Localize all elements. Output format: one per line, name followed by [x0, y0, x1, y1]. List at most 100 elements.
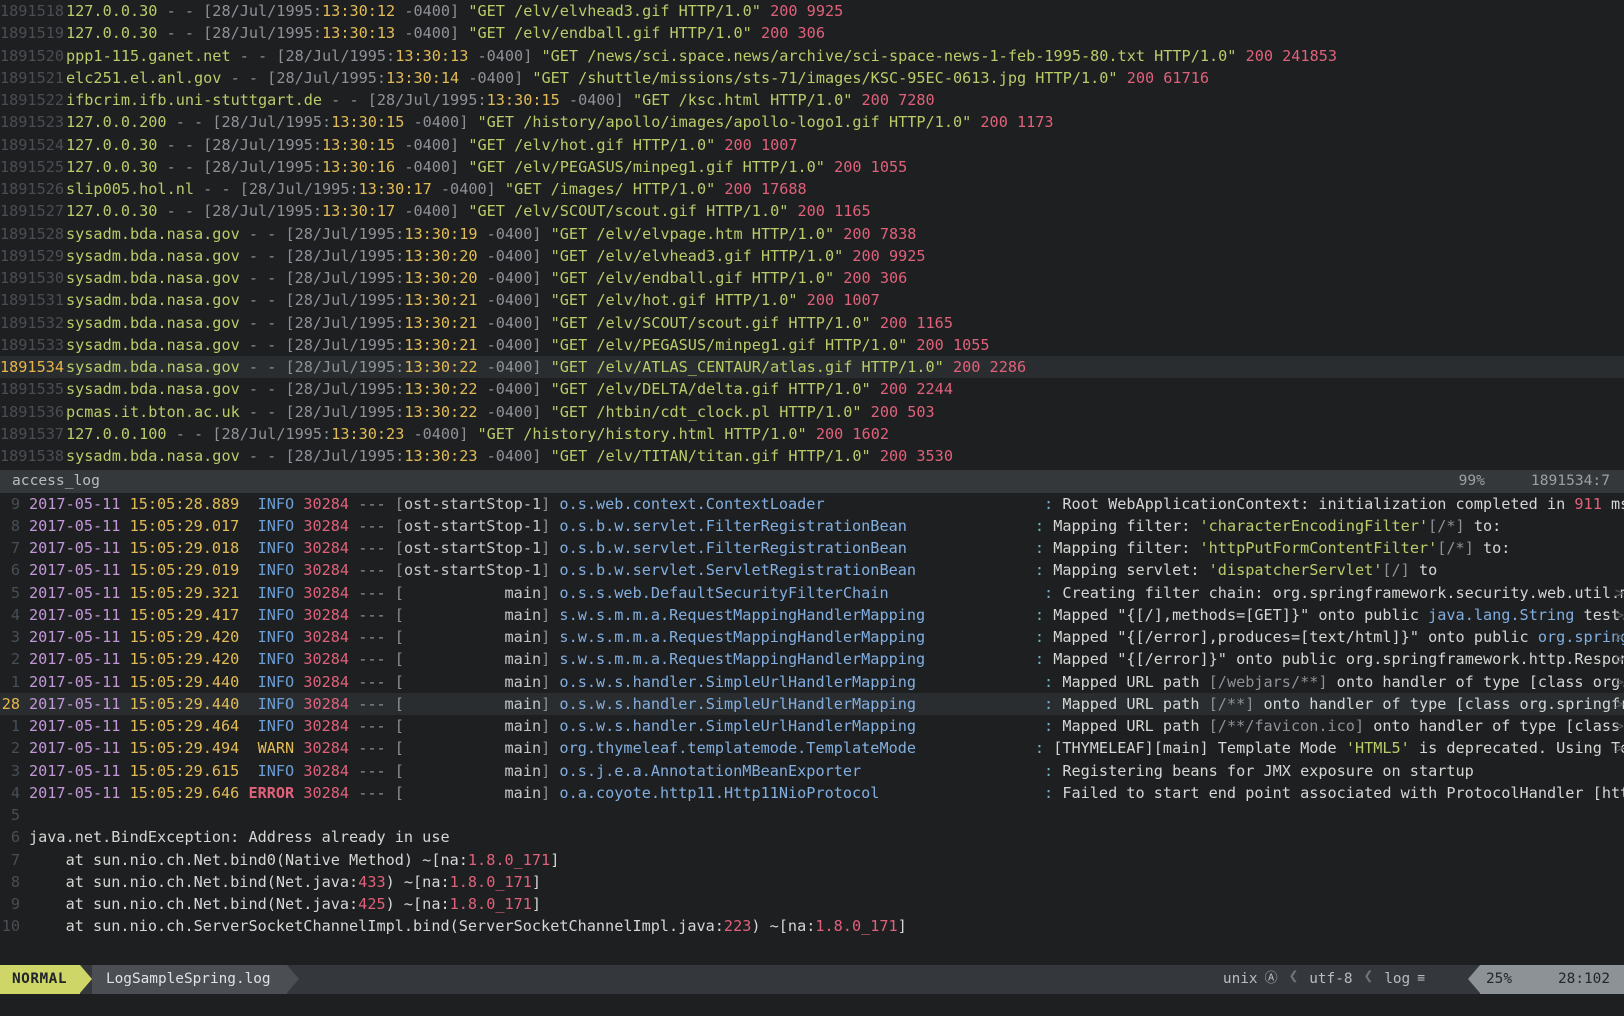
- access-log-entry: pcmas.it.bton.ac.uk - - [28/Jul/1995:13:…: [66, 401, 1624, 423]
- access-log-row[interactable]: 1891529sysadm.bda.nasa.gov - - [28/Jul/1…: [0, 245, 1624, 267]
- spring-log-entry: 2017-05-11 15:05:29.615 INFO 30284 --- […: [29, 760, 1624, 782]
- command-line[interactable]: [0, 994, 1624, 1016]
- line-number: 1891520: [0, 45, 66, 67]
- access-log-row[interactable]: 1891521elc251.el.anl.gov - - [28/Jul/199…: [0, 67, 1624, 89]
- spring-log-entry: 2017-05-11 15:05:29.017 INFO 30284 --- […: [29, 515, 1624, 537]
- access-log-row[interactable]: 1891522ifbcrim.ifb.uni-stuttgart.de - - …: [0, 89, 1624, 111]
- line-number: 1891532: [0, 312, 66, 334]
- spring-log-row[interactable]: 6java.net.BindException: Address already…: [0, 826, 1624, 848]
- line-number: 7: [0, 849, 29, 871]
- access-log-row[interactable]: 1891527127.0.0.30 - - [28/Jul/1995:13:30…: [0, 200, 1624, 222]
- access-log-row[interactable]: 1891523127.0.0.200 - - [28/Jul/1995:13:3…: [0, 111, 1624, 133]
- spring-log-row[interactable]: 282017-05-11 15:05:29.440 INFO 30284 ---…: [0, 693, 1624, 715]
- position-segment: 25% 28:102: [1480, 965, 1624, 994]
- line-overflow-icon: >: [1615, 715, 1624, 737]
- access-log-row[interactable]: 1891519127.0.0.30 - - [28/Jul/1995:13:30…: [0, 22, 1624, 44]
- line-number: 5: [0, 582, 29, 604]
- spring-log-row[interactable]: 8 at sun.nio.ch.Net.bind(Net.java:433) ~…: [0, 871, 1624, 893]
- line-number: 1891535: [0, 378, 66, 400]
- line-number: 1891534: [0, 356, 66, 378]
- access-log-row[interactable]: 1891518127.0.0.30 - - [28/Jul/1995:13:30…: [0, 0, 1624, 22]
- position-chevron-icon: [1468, 965, 1480, 993]
- line-overflow-icon: >: [1615, 648, 1624, 670]
- line-number: 2: [0, 648, 29, 670]
- access-log-row[interactable]: 1891536pcmas.it.bton.ac.uk - - [28/Jul/1…: [0, 401, 1624, 423]
- pane-access-log[interactable]: 1891518127.0.0.30 - - [28/Jul/1995:13:30…: [0, 0, 1624, 470]
- vim-editor-window: 1891518127.0.0.30 - - [28/Jul/1995:13:30…: [0, 0, 1624, 1016]
- fileformat-segment[interactable]: unix Ⓐ: [1214, 965, 1287, 994]
- spring-log-row[interactable]: 42017-05-11 15:05:29.417 INFO 30284 --- …: [0, 604, 1624, 626]
- spring-log-entry: at sun.nio.ch.Net.bind(Net.java:433) ~[n…: [29, 871, 1624, 893]
- line-overflow-icon: >: [1615, 693, 1624, 715]
- spring-log-entry: java.net.BindException: Address already …: [29, 826, 1624, 848]
- access-log-row[interactable]: 1891520ppp1-115.ganet.net - - [28/Jul/19…: [0, 45, 1624, 67]
- spring-log-row[interactable]: 22017-05-11 15:05:29.494 WARN 30284 --- …: [0, 737, 1624, 759]
- line-number: 3: [0, 626, 29, 648]
- access-log-entry: sysadm.bda.nasa.gov - - [28/Jul/1995:13:…: [66, 312, 1624, 334]
- line-number: 1891538: [0, 445, 66, 467]
- spring-log-row[interactable]: 82017-05-11 15:05:29.017 INFO 30284 --- …: [0, 515, 1624, 537]
- spring-log-entry: 2017-05-11 15:05:29.464 INFO 30284 --- […: [29, 715, 1624, 737]
- winbar-position: 1891534:7: [1531, 470, 1610, 492]
- spring-log-row[interactable]: 22017-05-11 15:05:29.420 INFO 30284 --- …: [0, 648, 1624, 670]
- encoding-label: utf-8: [1309, 968, 1352, 990]
- line-number: 8: [0, 515, 29, 537]
- spring-log-row[interactable]: 12017-05-11 15:05:29.440 INFO 30284 --- …: [0, 671, 1624, 693]
- line-number: 1891530: [0, 267, 66, 289]
- spring-log-row[interactable]: 10 at sun.nio.ch.ServerSocketChannelImpl…: [0, 915, 1624, 937]
- access-log-row[interactable]: 1891525127.0.0.30 - - [28/Jul/1995:13:30…: [0, 156, 1624, 178]
- cursor-position: 28:102: [1558, 968, 1610, 990]
- spring-log-row[interactable]: 32017-05-11 15:05:29.615 INFO 30284 --- …: [0, 760, 1624, 782]
- line-number: 1891529: [0, 245, 66, 267]
- line-number: 4: [0, 782, 29, 804]
- line-number: 2: [0, 737, 29, 759]
- access-log-entry: 127.0.0.30 - - [28/Jul/1995:13:30:15 -04…: [66, 134, 1624, 156]
- spring-log-row[interactable]: 9 at sun.nio.ch.Net.bind(Net.java:425) ~…: [0, 893, 1624, 915]
- spring-log-entry: 2017-05-11 15:05:29.321 INFO 30284 --- […: [29, 582, 1624, 604]
- line-number: 8: [0, 871, 29, 893]
- access-log-row[interactable]: 1891530sysadm.bda.nasa.gov - - [28/Jul/1…: [0, 267, 1624, 289]
- statusline-filename[interactable]: LogSampleSpring.log: [92, 965, 287, 994]
- access-log-row[interactable]: 1891524127.0.0.30 - - [28/Jul/1995:13:30…: [0, 134, 1624, 156]
- access-log-row[interactable]: 1891534sysadm.bda.nasa.gov - - [28/Jul/1…: [0, 356, 1624, 378]
- access-log-row[interactable]: 1891538sysadm.bda.nasa.gov - - [28/Jul/1…: [0, 445, 1624, 467]
- line-number: 6: [0, 559, 29, 581]
- access-log-row[interactable]: 1891535sysadm.bda.nasa.gov - - [28/Jul/1…: [0, 378, 1624, 400]
- scroll-percent: 25%: [1486, 968, 1512, 990]
- spring-log-row[interactable]: 62017-05-11 15:05:29.019 INFO 30284 --- …: [0, 559, 1624, 581]
- line-number: 9: [0, 493, 29, 515]
- line-number: 1891528: [0, 223, 66, 245]
- line-number: 9: [0, 893, 29, 915]
- filetype-segment[interactable]: log ≡: [1375, 965, 1434, 994]
- spring-log-row[interactable]: 5: [0, 804, 1624, 826]
- spring-log-row[interactable]: 92017-05-11 15:05:28.889 INFO 30284 --- …: [0, 493, 1624, 515]
- spring-log-row[interactable]: 7 at sun.nio.ch.Net.bind0(Native Method)…: [0, 849, 1624, 871]
- spring-log-row[interactable]: 72017-05-11 15:05:29.018 INFO 30284 --- …: [0, 537, 1624, 559]
- line-number: 1891522: [0, 89, 66, 111]
- spring-log-row[interactable]: 32017-05-11 15:05:29.420 INFO 30284 --- …: [0, 626, 1624, 648]
- pane-spring-log[interactable]: 92017-05-11 15:05:28.889 INFO 30284 --- …: [0, 493, 1624, 983]
- line-number: 1891526: [0, 178, 66, 200]
- access-log-row[interactable]: 1891533sysadm.bda.nasa.gov - - [28/Jul/1…: [0, 334, 1624, 356]
- encoding-segment[interactable]: utf-8: [1300, 965, 1361, 994]
- spring-log-entry: 2017-05-11 15:05:29.420 INFO 30284 --- […: [29, 648, 1624, 670]
- access-log-entry: slip005.hol.nl - - [28/Jul/1995:13:30:17…: [66, 178, 1624, 200]
- access-log-entry: 127.0.0.100 - - [28/Jul/1995:13:30:23 -0…: [66, 423, 1624, 445]
- access-log-row[interactable]: 1891526slip005.hol.nl - - [28/Jul/1995:1…: [0, 178, 1624, 200]
- access-log-row[interactable]: 1891531sysadm.bda.nasa.gov - - [28/Jul/1…: [0, 289, 1624, 311]
- spring-log-row[interactable]: 12017-05-11 15:05:29.464 INFO 30284 --- …: [0, 715, 1624, 737]
- spring-log-entry: 2017-05-11 15:05:29.494 WARN 30284 --- […: [29, 737, 1624, 759]
- access-log-entry: sysadm.bda.nasa.gov - - [28/Jul/1995:13:…: [66, 445, 1624, 467]
- access-log-row[interactable]: 1891532sysadm.bda.nasa.gov - - [28/Jul/1…: [0, 312, 1624, 334]
- access-log-row[interactable]: 1891537127.0.0.100 - - [28/Jul/1995:13:3…: [0, 423, 1624, 445]
- spring-log-entry: 2017-05-11 15:05:29.440 INFO 30284 --- […: [29, 693, 1624, 715]
- access-log-entry: ifbcrim.ifb.uni-stuttgart.de - - [28/Jul…: [66, 89, 1624, 111]
- access-log-entry: sysadm.bda.nasa.gov - - [28/Jul/1995:13:…: [66, 245, 1624, 267]
- access-log-row[interactable]: 1891528sysadm.bda.nasa.gov - - [28/Jul/1…: [0, 223, 1624, 245]
- spring-log-row[interactable]: 52017-05-11 15:05:29.321 INFO 30284 --- …: [0, 582, 1624, 604]
- line-number: 1: [0, 715, 29, 737]
- access-log-entry: 127.0.0.30 - - [28/Jul/1995:13:30:13 -04…: [66, 22, 1624, 44]
- spring-log-row[interactable]: 42017-05-11 15:05:29.646 ERROR 30284 ---…: [0, 782, 1624, 804]
- statusline: NORMAL LogSampleSpring.log unix Ⓐ ❮ utf-…: [0, 965, 1624, 994]
- line-overflow-icon: >: [1615, 671, 1624, 693]
